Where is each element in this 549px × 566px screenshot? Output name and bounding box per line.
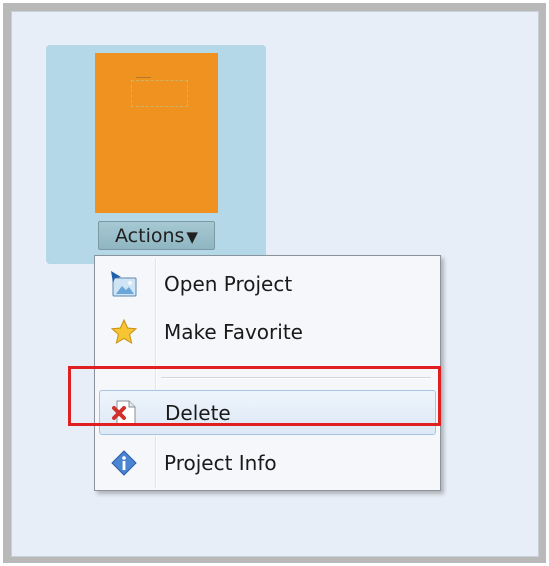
menu-item-label: Open Project bbox=[164, 271, 293, 296]
menu-item-label: Project Info bbox=[164, 450, 277, 475]
menu-separator bbox=[161, 377, 431, 379]
menu-item-label: Delete bbox=[165, 400, 231, 425]
actions-dropdown-button[interactable]: Actions ▼ bbox=[98, 221, 215, 250]
window-frame: Actions ▼ Open Project Make Favorite Del… bbox=[3, 3, 546, 563]
info-icon bbox=[108, 447, 140, 479]
thumbnail-title-line bbox=[136, 77, 151, 78]
menu-item-open-project[interactable]: Open Project bbox=[99, 261, 436, 306]
menu-item-project-info[interactable]: Project Info bbox=[99, 440, 436, 485]
projects-panel: Actions ▼ Open Project Make Favorite Del… bbox=[11, 11, 539, 557]
menu-item-label: Make Favorite bbox=[164, 319, 303, 344]
actions-button-label: Actions bbox=[115, 224, 185, 247]
project-thumbnail[interactable] bbox=[95, 53, 218, 213]
delete-document-icon bbox=[109, 397, 141, 429]
caret-down-icon: ▼ bbox=[186, 227, 198, 246]
menu-item-make-favorite[interactable]: Make Favorite bbox=[99, 309, 436, 354]
project-tile[interactable]: Actions ▼ bbox=[46, 45, 266, 264]
actions-context-menu: Open Project Make Favorite Delete Projec… bbox=[94, 255, 441, 491]
thumbnail-placeholder-frame bbox=[131, 80, 188, 107]
menu-item-delete[interactable]: Delete bbox=[99, 390, 436, 435]
open-project-icon bbox=[108, 268, 140, 300]
star-icon bbox=[108, 316, 140, 348]
